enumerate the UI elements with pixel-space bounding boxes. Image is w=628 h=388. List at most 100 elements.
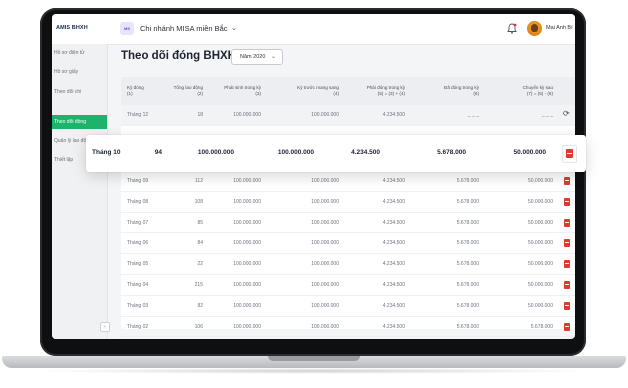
pdf-icon[interactable] bbox=[562, 145, 577, 163]
cell-due: 4.234.500 bbox=[382, 178, 405, 184]
sidebar-item-payment-tracking[interactable]: Theo dõi chi bbox=[52, 85, 107, 99]
cell-previous: 100.000.000 bbox=[311, 302, 339, 309]
cell-due: 4.234.500 bbox=[382, 302, 405, 309]
header-line: (7) = (5) - (6) bbox=[526, 91, 553, 96]
cell-arising: 100.000.000 bbox=[233, 302, 261, 309]
cell-period: Tháng 06 bbox=[127, 240, 149, 247]
header-line: (1) bbox=[127, 91, 133, 96]
cell-labor: 108 bbox=[194, 198, 203, 205]
pdf-icon[interactable] bbox=[564, 177, 570, 185]
cell-carry: 50.000.000 bbox=[527, 178, 553, 184]
year-select-value: Năm 2020 bbox=[240, 54, 266, 60]
collapse-sidebar-button[interactable]: ‹ bbox=[100, 322, 110, 332]
table-row[interactable]: Tháng 05 22 100.000.000 100.000.000 4.23… bbox=[121, 254, 575, 275]
year-select[interactable]: Năm 2020 ⌄ bbox=[231, 49, 283, 65]
avatar[interactable] bbox=[527, 21, 542, 36]
cell-arising: 100.000.000 bbox=[233, 198, 261, 205]
header-line: (3) bbox=[255, 91, 261, 96]
sidebar-item-paper-records[interactable]: Hồ sơ giấy bbox=[52, 65, 107, 79]
column-header-arising: Phát sinh trong kỳ (3) bbox=[209, 85, 261, 97]
cell-labor: 84 bbox=[197, 240, 203, 247]
pdf-icon[interactable] bbox=[564, 260, 570, 269]
cell-previous: 100.000.000 bbox=[311, 261, 339, 268]
page-title: Theo dõi đóng BHXH bbox=[121, 50, 236, 62]
cell-due: 4.234.500 bbox=[382, 112, 405, 118]
cell-due: 4.234.500 bbox=[382, 282, 405, 288]
cell-due: 4.234.500 bbox=[382, 323, 405, 330]
cell-period: Tháng 07 bbox=[127, 219, 149, 226]
sidebar: Hồ sơ điện tử Hồ sơ giấy Theo dõi chi Th… bbox=[52, 44, 110, 339]
cell-arising: 100.000.000 bbox=[233, 219, 261, 226]
bell-icon[interactable] bbox=[507, 23, 517, 34]
cell-period: Tháng 03 bbox=[127, 302, 149, 309]
cell-paid: 5.678.000 bbox=[456, 178, 479, 184]
cell-paid: 5.678.000 bbox=[456, 240, 479, 247]
pdf-icon[interactable] bbox=[564, 301, 570, 310]
cell-arising: 100.000.000 bbox=[197, 149, 234, 156]
cell-period: Tháng 08 bbox=[127, 198, 149, 205]
pdf-icon[interactable] bbox=[564, 239, 570, 248]
cell-carry: 5.678.000 bbox=[530, 323, 553, 330]
cell-arising: 100.000.000 bbox=[233, 282, 261, 288]
table-row[interactable]: Tháng 08 108 100.000.000 100.000.000 4.2… bbox=[121, 192, 575, 213]
cell-labor: 18 bbox=[197, 112, 203, 118]
header-line: (6) bbox=[473, 91, 479, 96]
cell-period: Tháng 12 bbox=[127, 112, 149, 118]
sync-icon[interactable]: ⟳ bbox=[563, 109, 570, 118]
cell-carry: 50.000.000 bbox=[527, 240, 553, 247]
user-name[interactable]: Mai Anh Bí bbox=[546, 25, 573, 31]
cell-period: Tháng 09 bbox=[127, 178, 149, 184]
cell-due: 4.234.500 bbox=[351, 149, 380, 156]
column-header-carry-over: Chuyển kỳ sau (7) = (5) - (6) bbox=[501, 85, 553, 97]
pdf-icon[interactable] bbox=[564, 218, 570, 227]
cell-arising: 100.000.000 bbox=[233, 240, 261, 247]
table-row[interactable]: Tháng 07 85 100.000.000 100.000.000 4.23… bbox=[121, 213, 575, 234]
cell-labor: 85 bbox=[197, 219, 203, 226]
cell-arising: 100.000.000 bbox=[233, 178, 261, 184]
cell-paid: 5.678.000 bbox=[456, 323, 479, 330]
pdf-icon[interactable] bbox=[564, 281, 570, 289]
column-header-period: Kỳ đóng (1) bbox=[127, 85, 144, 97]
cell-carry: 50.000.000 bbox=[527, 261, 553, 268]
table-row[interactable]: Tháng 12 18 100.000.000 100.000.000 4.23… bbox=[121, 105, 575, 126]
column-header-total-labor: Tổng lao động (2) bbox=[161, 85, 203, 97]
cell-due: 4.234.500 bbox=[382, 198, 405, 205]
sidebar-item-contribution-tracking[interactable]: Theo dõi đóng bbox=[52, 115, 107, 129]
cell-labor: 22 bbox=[197, 261, 203, 268]
chevron-down-icon: ⌄ bbox=[271, 54, 277, 60]
cell-arising: 100.000.000 bbox=[233, 112, 261, 118]
cell-carry: 50.000.000 bbox=[527, 219, 553, 226]
pdf-icon[interactable] bbox=[564, 197, 570, 206]
cell-arising: 100.000.000 bbox=[233, 323, 261, 330]
cell-carry: _ _ _ bbox=[541, 112, 553, 118]
table-row[interactable]: Tháng 02 106 100.000.000 100.000.000 4.2… bbox=[121, 317, 575, 338]
pdf-icon[interactable] bbox=[564, 322, 570, 331]
table-header: Kỳ đóng (1) Tổng lao động (2) Phát sinh … bbox=[121, 77, 575, 105]
cell-paid: 5.678.000 bbox=[456, 219, 479, 226]
sidebar-item-electronic-records[interactable]: Hồ sơ điện tử bbox=[52, 46, 107, 60]
cell-due: 4.234.500 bbox=[382, 219, 405, 226]
cell-due: 4.234.500 bbox=[382, 261, 405, 268]
cell-paid: 5.678.000 bbox=[456, 302, 479, 309]
table-row[interactable]: Tháng 03 82 100.000.000 100.000.000 4.23… bbox=[121, 296, 575, 317]
cell-carry: 50.000.000 bbox=[527, 282, 553, 288]
table-row[interactable]: Tháng 06 84 100.000.000 100.000.000 4.23… bbox=[121, 233, 575, 255]
chevron-down-icon[interactable]: ⌄ bbox=[231, 24, 237, 32]
cell-paid: 5.678.000 bbox=[456, 198, 479, 205]
app-logo[interactable]: AMIS BHXH bbox=[56, 25, 88, 31]
cell-previous: 100.000.000 bbox=[311, 323, 339, 330]
cell-due: 4.234.500 bbox=[382, 240, 405, 247]
laptop-shadow bbox=[30, 368, 598, 374]
branch-selector[interactable]: Chi nhánh MISA miền Bắc bbox=[140, 24, 228, 33]
table-row[interactable]: Tháng 04 215 100.000.000 100.000.000 4.2… bbox=[121, 275, 575, 296]
laptop-notch bbox=[268, 356, 360, 361]
cell-previous: 100.000.000 bbox=[277, 149, 314, 156]
cell-paid: 5.678.000 bbox=[456, 261, 479, 268]
cell-previous: 100.000.000 bbox=[311, 112, 339, 118]
cell-carry: 50.000.000 bbox=[513, 149, 546, 156]
cell-previous: 100.000.000 bbox=[311, 282, 339, 288]
focused-table-row[interactable]: Tháng 10 94 100.000.000 100.000.000 4.23… bbox=[86, 135, 586, 172]
cell-period: Tháng 02 bbox=[127, 323, 149, 330]
table-row[interactable]: Tháng 09 112 100.000.000 100.000.000 4.2… bbox=[121, 171, 575, 192]
cell-paid: _ _ _ bbox=[467, 112, 479, 118]
